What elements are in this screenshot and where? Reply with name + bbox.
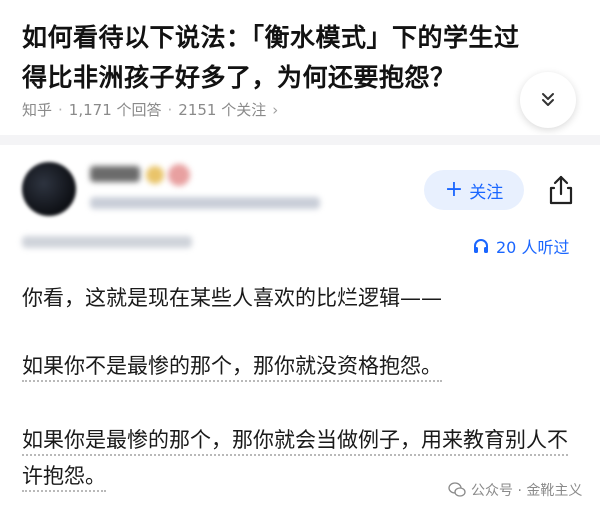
headphones-icon	[474, 239, 488, 253]
answers-count[interactable]: 1,171 个回答	[69, 99, 162, 120]
separator-dot: ·	[167, 100, 173, 119]
source-label: 知乎	[22, 101, 53, 119]
watermark: 公众号 · 金靴主义	[448, 480, 582, 500]
chevron-right-icon: ›	[272, 100, 279, 119]
listen-count-text: 20 人听过	[496, 238, 570, 257]
follow-label: 关注	[469, 182, 504, 203]
author-bio-redacted	[90, 197, 320, 209]
wechat-icon	[448, 482, 466, 497]
question-title[interactable]: 如何看待以下说法：「衡水模式」下的学生过得比非洲孩子好多了，为何还要抱怨？	[22, 18, 532, 98]
author-avatar[interactable]	[22, 162, 76, 216]
answer-meta-redacted	[22, 236, 192, 248]
listen-count[interactable]: 20 人听过	[472, 234, 569, 258]
plus-icon: +	[444, 177, 464, 202]
paragraph-text: 你看，这就是现在某些人喜欢的比烂逻辑——	[22, 286, 442, 310]
watermark-text: 公众号 · 金靴主义	[471, 483, 583, 499]
expand-button[interactable]	[520, 72, 576, 128]
separator-dot: ·	[58, 100, 63, 119]
question-meta: 知乎 · 1,171 个回答 · 2151 个关注 ›	[22, 99, 278, 120]
answer-paragraph: 如果你不是最惨的那个，那你就没资格抱怨。	[22, 348, 582, 384]
followers-count[interactable]: 2151 个关注	[178, 99, 266, 120]
author-badge	[146, 166, 164, 184]
paragraph-text: 如果你不是最惨的那个，那你就没资格抱怨。	[22, 354, 442, 382]
share-icon[interactable]	[546, 174, 576, 206]
section-divider	[0, 135, 600, 145]
double-chevron-down-icon	[542, 93, 554, 106]
author-name-redacted[interactable]	[90, 166, 140, 182]
follow-button[interactable]: + 关注	[424, 170, 524, 210]
answer-paragraph: 你看，这就是现在某些人喜欢的比烂逻辑——	[22, 280, 582, 316]
author-badge	[168, 164, 190, 186]
